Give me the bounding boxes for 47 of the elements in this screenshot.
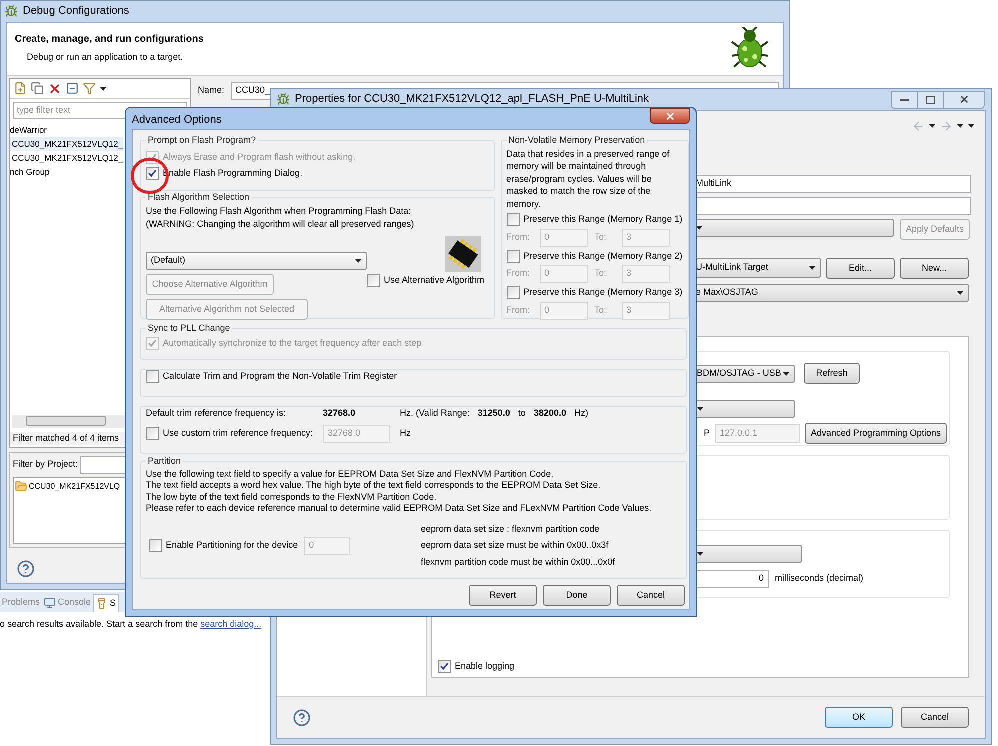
- window-title: Properties for CCU30_MK21FX512VLQ12_apl_FLASH_PnE U-MultiLink: [295, 92, 650, 108]
- window-title: Debug Configurations: [23, 4, 130, 20]
- note-text: eeprom data set size : flexnvm partition code: [421, 522, 601, 536]
- field-label: To:: [594, 230, 608, 244]
- field-label: Default trim reference frequency is:: [146, 407, 288, 420]
- note-text: eeprom data set size must be within 0x00..0x3f: [421, 539, 610, 552]
- group-title: Flash Algorithm Selection: [147, 191, 251, 204]
- range-value: 38200.0: [534, 407, 566, 420]
- frequency-value: 32768.0: [323, 407, 357, 420]
- checkbox-label: Enable Partitioning for the device: [166, 539, 298, 552]
- unit-label: Hz: [400, 426, 411, 440]
- range-value: 31250.0: [478, 407, 510, 420]
- description-text: (WARNING: Changing the algorithm will clear all preserved ranges): [146, 218, 416, 231]
- field-label: To:: [594, 304, 608, 317]
- description-text: Please refer to each device reference manual to determine valid EEPROM Data Set Size and FLexNVM Partition Code Values.: [146, 503, 653, 514]
- checkbox-label: Use Alternative Algorithm: [384, 274, 485, 287]
- checkbox-label: Always Erase and Program flash without asking.: [163, 150, 356, 164]
- checkbox-label: Automatically synchronize to the target frequency after each step: [163, 336, 422, 350]
- checkbox-label: Calculate Trim and Program the Non-Volatile Trim Register: [163, 370, 398, 383]
- field-label: From:: [506, 267, 532, 280]
- unit-label: milliseconds (decimal): [775, 572, 864, 586]
- range-text: Hz. (Valid Range:: [400, 407, 470, 420]
- field-label: P: [702, 426, 710, 440]
- status-message: o search results available. Start a search from the search dialog...: [0, 618, 263, 631]
- group-title: Non-Volatile Memory Preservation: [508, 134, 646, 147]
- group-title: Prompt on Flash Program?: [147, 134, 258, 147]
- note-text: flexnvm partition code must be within 0x00...0x0f: [421, 556, 616, 569]
- checkbox-label: Enable logging: [455, 660, 515, 673]
- field-label: Filter by Project:: [13, 458, 78, 472]
- range-text: Hz): [574, 407, 588, 420]
- field-label: To:: [594, 267, 608, 280]
- description-text: Use the following text field to specify a value for EEPROM Data Set Size and FlexNVM Partition Code.: [146, 468, 555, 480]
- description-text: The text field accepts a word hex value. The high byte of the text field corresponds to the EEPROM Data Set Size.: [146, 480, 602, 492]
- field-label: From:: [506, 304, 532, 317]
- group-title: Sync to PLL Change: [147, 322, 232, 335]
- description-text: Use the Following Flash Algorithm when Programming Flash Data:: [146, 204, 412, 218]
- description-text: The low byte of the text field corresponds to the FlexNVM Partition Code.: [146, 492, 438, 503]
- dialog-heading: Create, manage, and run configurations: [15, 33, 204, 47]
- checkbox-label: Preserve this Range (Memory Range 3): [524, 286, 683, 299]
- checkbox-label: Preserve this Range (Memory Range 1): [524, 213, 683, 226]
- description-text: Data that resides in a preserved range of memory will be maintained through erase/program cycles. Values will be masked to match the row size of the memory.: [506, 148, 671, 210]
- field-label: From:: [506, 230, 532, 244]
- group-title: Partition: [147, 455, 182, 468]
- field-label: Name:: [198, 84, 225, 98]
- dialog-subheading: Debug or run an application to a target.: [27, 51, 184, 64]
- range-text: to: [518, 407, 526, 420]
- checkbox-label: Preserve this Range (Memory Range 2): [524, 250, 683, 263]
